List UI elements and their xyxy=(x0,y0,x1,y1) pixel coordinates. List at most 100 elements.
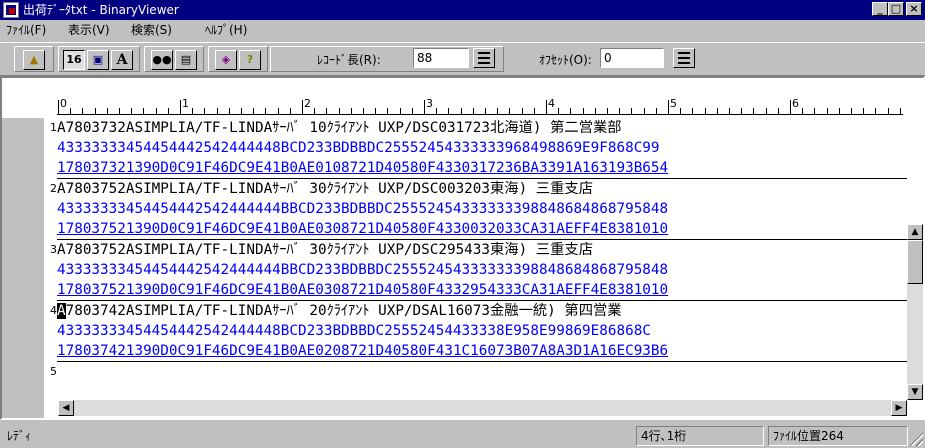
title-bar[interactable]: 出荷ﾃﾞｰﾀtxt - BinaryViewer _ □ × xyxy=(0,0,925,20)
ruler-tick xyxy=(668,100,669,114)
record-row[interactable]: 3 A7803752ASIMPLIA/TF-LINDAｻｰﾊﾞ 30ｸﾗｲｱﾝﾄ… xyxy=(2,240,907,300)
maximize-button[interactable]: □ xyxy=(888,2,904,16)
ruler-tick xyxy=(753,108,755,114)
record-number: 3 xyxy=(50,243,57,256)
ruler-tick xyxy=(448,108,450,114)
goto-button[interactable]: ▤ xyxy=(175,50,197,70)
ruler-tick xyxy=(436,108,438,114)
toolbar: ▲ 16 ▣ A ●● ▤ ◈ ? ﾚｺｰﾄﾞ長(R): ｵﾌｾｯﾄ(O): xyxy=(0,42,925,76)
scroll-left-button[interactable]: ◀ xyxy=(58,400,74,416)
status-ready: ﾚﾃﾞｨ xyxy=(2,426,632,446)
status-file-position: ﾌｧｲﾙ位置264 xyxy=(768,426,908,446)
ruler-tick xyxy=(460,108,462,114)
record-number: 1 xyxy=(50,121,57,134)
font-button[interactable]: A xyxy=(111,50,133,70)
binary-view[interactable]: 0 1 2 3 4 5 6 1 A7803732ASIMPLIA/TF-LIND… xyxy=(0,76,925,420)
vertical-scrollbar[interactable]: ▲ ▼ xyxy=(907,224,923,400)
ruler-tick xyxy=(143,108,145,114)
ruler-label: 3 xyxy=(426,97,433,110)
ruler-tick xyxy=(558,108,560,114)
ruler-tick xyxy=(899,108,901,114)
record-text[interactable]: A7803752ASIMPLIA/TF-LINDAｻｰﾊﾞ 30ｸﾗｲｱﾝﾄ U… xyxy=(57,179,907,199)
ruler-tick xyxy=(228,108,230,114)
ruler-tick xyxy=(424,100,425,114)
ruler-tick xyxy=(692,108,694,114)
record-length-label: ﾚｺｰﾄﾞ長(R): xyxy=(317,53,381,67)
record-hex-high[interactable]: 43333333454454442542444444BBCD233BDBBDC2… xyxy=(57,260,907,280)
column-ruler: 0 1 2 3 4 5 6 xyxy=(2,78,923,118)
book-button[interactable]: ◈ xyxy=(215,50,237,70)
ruler-tick xyxy=(253,108,255,114)
toolbar-group-view: 16 ▣ A xyxy=(58,46,140,72)
book-icon: ◈ xyxy=(221,53,231,66)
hex-mode-button[interactable]: 16 xyxy=(63,50,85,70)
ruler-tick xyxy=(655,108,657,114)
record-hex-low[interactable]: 178037521390D0C91F46DC9E41B0AE0308721D40… xyxy=(57,280,907,300)
ruler-tick xyxy=(619,108,621,114)
scroll-down-button[interactable]: ▼ xyxy=(907,384,923,400)
horizontal-scrollbar[interactable]: ◀ ▶ xyxy=(58,400,907,416)
record-row[interactable]: 1 A7803732ASIMPLIA/TF-LINDAｻｰﾊﾞ 10ｸﾗｲｱﾝﾄ… xyxy=(2,118,907,178)
scroll-up-button[interactable]: ▲ xyxy=(907,224,923,240)
record-hex-low[interactable]: 178037321390D0C91F46DC9E41B0AE0108721D40… xyxy=(57,158,907,178)
record-row-current[interactable]: 4 A7803742ASIMPLIA/TF-LINDAｻｰﾊﾞ 20ｸﾗｲｱﾝﾄ… xyxy=(2,301,907,361)
menu-view[interactable]: 表示(V) xyxy=(68,23,110,37)
record-row[interactable]: 5 xyxy=(2,362,907,402)
record-number: 2 xyxy=(50,182,57,195)
offset-input[interactable] xyxy=(600,48,664,68)
record-text[interactable]: A7803752ASIMPLIA/TF-LINDAｻｰﾊﾞ 30ｸﾗｲｱﾝﾄ U… xyxy=(57,240,907,260)
offset-spinner[interactable] xyxy=(673,48,695,68)
ruler-tick xyxy=(350,108,352,114)
record-row[interactable]: 2 A7803752ASIMPLIA/TF-LINDAｻｰﾊﾞ 30ｸﾗｲｱﾝﾄ… xyxy=(2,179,907,239)
record-hex-low[interactable]: 178037421390D0C91F46DC9E41B0AE0208721D40… xyxy=(57,341,907,361)
ruler-tick xyxy=(631,108,633,114)
ruler-tick xyxy=(729,108,730,114)
record-length-spinner[interactable] xyxy=(473,48,495,68)
open-file-button[interactable]: ▲ xyxy=(23,50,45,70)
menu-help[interactable]: ﾍﾙﾌﾟ(H) xyxy=(205,23,247,37)
ruler-label: 1 xyxy=(182,97,189,110)
resize-grip[interactable] xyxy=(909,432,923,446)
ruler-tick xyxy=(680,108,682,114)
ruler-tick xyxy=(704,108,706,114)
scroll-right-button[interactable]: ▶ xyxy=(891,400,907,416)
ruler-tick xyxy=(863,108,865,114)
ruler-tick xyxy=(875,108,877,114)
menu-search[interactable]: 検索(S) xyxy=(131,23,172,37)
find-button[interactable]: ●● xyxy=(151,50,173,70)
display-button[interactable]: ▣ xyxy=(87,50,109,70)
ruler-tick xyxy=(472,108,474,114)
ruler-tick xyxy=(338,108,340,114)
offset-label: ｵﾌｾｯﾄ(O): xyxy=(539,53,592,67)
record-hex-high[interactable]: 43333333454454442542444448BCD233BDBBDC25… xyxy=(57,321,907,341)
minimize-button[interactable]: _ xyxy=(872,2,888,16)
ruler-tick xyxy=(204,108,206,114)
record-hex-high[interactable]: 43333333454454442542444448BCD233BDBBDC25… xyxy=(57,138,907,158)
ruler-tick xyxy=(82,108,84,114)
ruler-tick xyxy=(485,108,486,114)
ruler-tick xyxy=(94,108,96,114)
ruler-tick xyxy=(741,108,743,114)
record-hex-high[interactable]: 43333333454454442542444444BBCD233BDBBDC2… xyxy=(57,199,907,219)
ruler-tick xyxy=(106,108,108,114)
ruler-tick xyxy=(838,108,840,114)
toolbar-group-record: ﾚｺｰﾄﾞ長(R): xyxy=(270,46,504,72)
menu-file[interactable]: ﾌｧｲﾙ(F) xyxy=(6,23,46,37)
record-text[interactable]: A7803732ASIMPLIA/TF-LINDAｻｰﾊﾞ 10ｸﾗｲｱﾝﾄ U… xyxy=(57,118,907,138)
scroll-thumb[interactable] xyxy=(907,240,923,284)
ruler-tick xyxy=(375,108,377,114)
toolbar-group-search: ●● ▤ xyxy=(144,46,204,72)
ruler-tick xyxy=(326,108,328,114)
ruler-tick xyxy=(814,108,816,114)
record-hex-low[interactable]: 178037521390D0C91F46DC9E41B0AE0308721D40… xyxy=(57,219,907,239)
app-icon[interactable] xyxy=(3,2,19,18)
help-button[interactable]: ? xyxy=(239,50,261,70)
ruler-tick xyxy=(790,100,791,114)
hex-16-icon: 16 xyxy=(66,53,82,66)
close-button[interactable]: × xyxy=(906,2,922,16)
record-length-input[interactable] xyxy=(413,48,469,68)
ruler-label: 5 xyxy=(670,97,677,110)
record-text[interactable]: A7803742ASIMPLIA/TF-LINDAｻｰﾊﾞ 20ｸﾗｲｱﾝﾄ U… xyxy=(57,301,907,321)
ruler-tick xyxy=(399,108,401,114)
ruler-tick xyxy=(497,108,499,114)
